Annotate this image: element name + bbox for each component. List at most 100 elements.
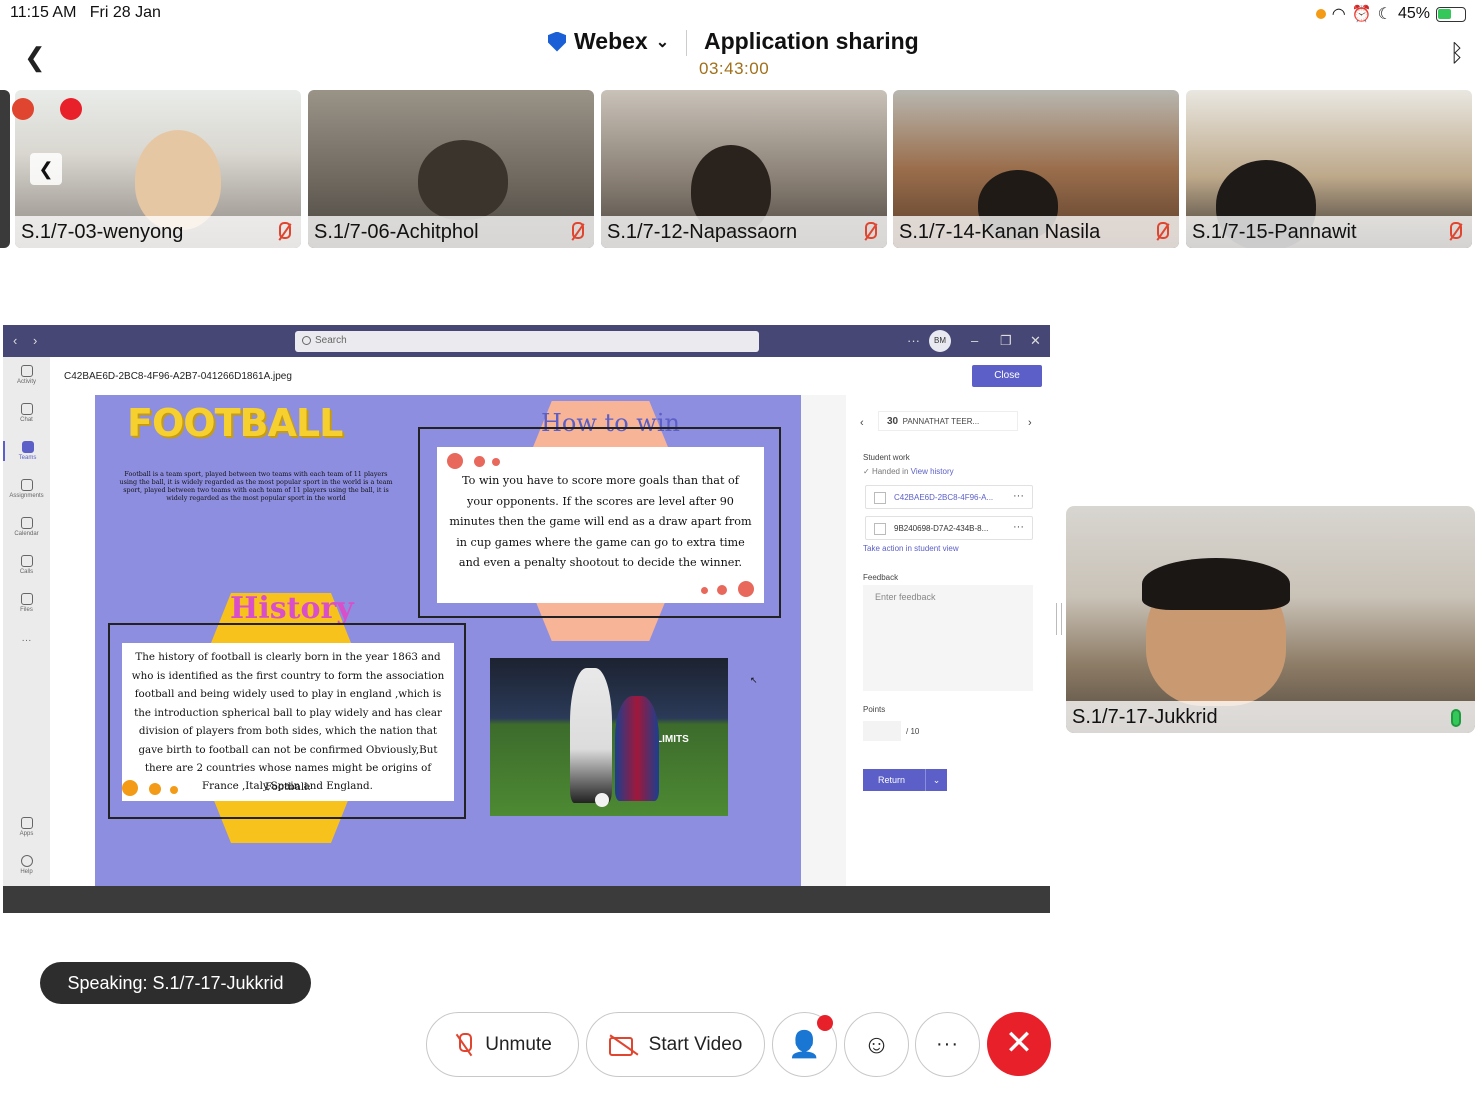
participant-tile[interactable]: S.1/7-15-Pannawit bbox=[1186, 90, 1472, 248]
more-icon[interactable]: ··· bbox=[907, 333, 920, 348]
scroll-left-button[interactable]: ❮ bbox=[30, 153, 62, 185]
decor-dot bbox=[170, 786, 178, 794]
muted-mic-icon bbox=[568, 221, 584, 243]
avatar[interactable]: BM bbox=[929, 330, 951, 352]
participant-tile[interactable]: S.1/7-12-Napassaorn bbox=[601, 90, 887, 248]
slide-image: FOOTBALL Football is a team sport, playe… bbox=[95, 395, 801, 886]
status-bar: 11:15 AM Fri 28 Jan ◠ ⏰ ☾ 45% bbox=[0, 0, 1478, 28]
close-icon: ✕ bbox=[1004, 1024, 1034, 1062]
return-button[interactable]: Return ⌄ bbox=[863, 769, 947, 791]
battery-icon bbox=[1436, 6, 1466, 22]
more-icon: ··· bbox=[936, 1033, 959, 1055]
maximize-icon[interactable]: ❐ bbox=[1000, 333, 1012, 349]
active-speaker-tile[interactable]: S.1/7-17-Jukkrid bbox=[1066, 506, 1475, 733]
reactions-button[interactable]: ☺ bbox=[844, 1012, 909, 1077]
unmute-button[interactable]: Unmute bbox=[426, 1012, 579, 1077]
history-countries: France ,Italy,Spain and England. bbox=[202, 780, 373, 792]
participant-tile[interactable]: S.1/7-14-Kanan Nasila bbox=[893, 90, 1179, 248]
do-not-disturb-icon: ☾ bbox=[1377, 6, 1392, 23]
decor-dot bbox=[149, 783, 161, 795]
help-icon bbox=[20, 855, 33, 867]
slide-title: FOOTBALL bbox=[127, 401, 343, 445]
muted-mic-icon bbox=[861, 221, 877, 243]
bluetooth-icon[interactable]: ᛒ bbox=[1450, 40, 1464, 68]
participant-name: S.1/7-12-Napassaorn bbox=[601, 216, 887, 248]
back-chevron-icon[interactable]: ❮ bbox=[24, 42, 46, 73]
teams-left-rail: Activity Chat Teams Assignments Calendar… bbox=[3, 357, 50, 886]
participant-name: S.1/7-14-Kanan Nasila bbox=[893, 216, 1179, 248]
rail-activity[interactable]: Activity bbox=[3, 365, 50, 385]
emoji-icon: ☺ bbox=[863, 1029, 890, 1059]
file-name: C42BAE6D-2BC8-4F96-A2B7-041266D1861A.jpe… bbox=[64, 371, 292, 382]
mic-off-icon bbox=[453, 1032, 475, 1058]
handed-in-status: ✓ Handed in View history bbox=[863, 467, 954, 476]
teams-icon bbox=[21, 441, 34, 453]
player-figure bbox=[570, 668, 612, 803]
feedback-label: Feedback bbox=[863, 573, 899, 582]
prev-student-icon[interactable]: ‹ bbox=[860, 417, 864, 429]
chevron-down-icon[interactable]: ⌄ bbox=[925, 769, 947, 791]
decor-dot bbox=[701, 587, 708, 594]
rail-chat[interactable]: Chat bbox=[3, 403, 50, 423]
nav-back-icon[interactable]: ‹ bbox=[13, 333, 17, 348]
points-max: / 10 bbox=[906, 727, 920, 736]
how-to-win-box: To win you have to score more goals than… bbox=[437, 447, 764, 603]
meeting-header: ❮ Webex ⌄ Application sharing 03:43:00 ᛒ bbox=[0, 28, 1478, 84]
nav-forward-icon[interactable]: › bbox=[33, 333, 37, 348]
more-button[interactable]: ··· bbox=[915, 1012, 980, 1077]
participant-name: S.1/7-17-Jukkrid bbox=[1066, 701, 1475, 733]
bell-icon bbox=[20, 365, 33, 377]
view-history-link[interactable]: View history bbox=[911, 467, 954, 476]
participant-tile[interactable]: ❮ S.1/7-03-wenyong bbox=[15, 90, 301, 248]
rail-calls[interactable]: Calls bbox=[3, 555, 50, 575]
shield-icon bbox=[548, 31, 566, 52]
webex-menu[interactable]: Webex ⌄ bbox=[548, 28, 669, 55]
how-to-win-text: To win you have to score more goals than… bbox=[449, 474, 752, 569]
start-video-button[interactable]: Start Video bbox=[586, 1012, 765, 1077]
rail-help[interactable]: Help bbox=[3, 855, 50, 875]
calendar-icon bbox=[20, 517, 33, 529]
attachment-name: C42BAE6D-2BC8-4F96-A... bbox=[894, 493, 994, 502]
attachment-file[interactable]: 9B240698-D7A2-434B-8... ··· bbox=[865, 516, 1033, 540]
feedback-input[interactable]: Enter feedback bbox=[863, 585, 1033, 691]
muted-mic-icon bbox=[275, 221, 291, 243]
more-options-icon[interactable]: ··· bbox=[1013, 490, 1024, 502]
close-button[interactable]: Close bbox=[972, 365, 1042, 387]
history-text: The history of football is clearly born … bbox=[131, 651, 445, 793]
more-options-icon[interactable]: ··· bbox=[1013, 521, 1024, 533]
end-call-button[interactable]: ✕ bbox=[987, 1012, 1051, 1076]
points-input[interactable] bbox=[863, 721, 901, 741]
rail-calendar[interactable]: Calendar bbox=[3, 517, 50, 537]
rail-files[interactable]: Files bbox=[3, 593, 50, 613]
decor-dot bbox=[738, 581, 754, 597]
check-icon: ✓ bbox=[863, 467, 870, 476]
search-input[interactable]: Search bbox=[295, 331, 759, 352]
image-viewer: FOOTBALL Football is a team sport, playe… bbox=[50, 395, 801, 886]
shared-application-window: ‹ › Search ··· BM – ❐ ✕ Activity Chat Te… bbox=[3, 325, 1050, 913]
next-student-icon[interactable]: › bbox=[1028, 417, 1032, 429]
participant-tile[interactable]: S.1/7-06-Achitphol bbox=[308, 90, 594, 248]
attachment-file[interactable]: C42BAE6D-2BC8-4F96-A... ··· bbox=[865, 485, 1033, 509]
decor-dot bbox=[122, 780, 138, 796]
student-selector[interactable]: 30 PANNATHAT TEER... bbox=[878, 411, 1018, 431]
take-action-link[interactable]: Take action in student view bbox=[863, 544, 959, 553]
close-window-icon[interactable]: ✕ bbox=[1030, 333, 1041, 349]
rail-assignments[interactable]: Assignments bbox=[3, 479, 50, 499]
alarm-icon: ⏰ bbox=[1351, 6, 1372, 23]
share-bottom-bar bbox=[3, 886, 1050, 913]
photo-banner-text: LIMITS bbox=[656, 734, 689, 745]
mic-in-use-indicator-icon bbox=[1315, 9, 1326, 19]
minimize-icon[interactable]: – bbox=[971, 333, 978, 348]
left-edge-tile bbox=[0, 90, 10, 248]
rail-more[interactable]: ··· bbox=[3, 635, 50, 646]
rail-teams[interactable]: Teams bbox=[3, 441, 50, 461]
muted-mic-icon bbox=[1446, 221, 1462, 243]
points-label: Points bbox=[863, 705, 886, 714]
file-viewer-bar: C42BAE6D-2BC8-4F96-A2B7-041266D1861A.jpe… bbox=[50, 357, 1050, 395]
host-muted-icon bbox=[12, 98, 34, 120]
rail-apps[interactable]: Apps bbox=[3, 817, 50, 837]
page-title: Application sharing bbox=[704, 28, 919, 54]
resize-handle[interactable] bbox=[1056, 603, 1062, 635]
status-icons: ◠ ⏰ ☾ 45% bbox=[1315, 4, 1466, 24]
meeting-timer: 03:43:00 bbox=[699, 59, 770, 78]
